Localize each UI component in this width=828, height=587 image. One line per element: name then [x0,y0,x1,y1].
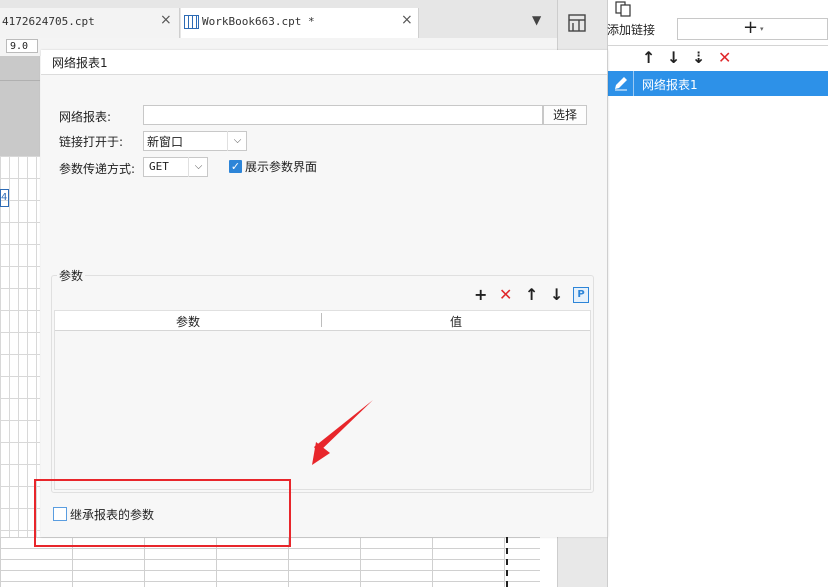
open-in-value: 新窗口 [147,135,184,149]
sort-icon[interactable]: ⇣ [692,48,705,68]
sheet-header-area [0,56,40,156]
delete-icon[interactable]: ✕ [718,48,731,68]
tab-label: WorkBook663.cpt * [202,15,315,28]
param-mode-value: GET [149,160,169,173]
report-label: 网络报表: [59,110,112,124]
move-down-icon[interactable]: ↓ [667,48,680,68]
param-p-icon[interactable]: P [573,287,589,303]
tab-menu-icon[interactable]: ▼ [532,13,541,27]
chevron-down-icon[interactable]: ▾ [760,25,764,33]
add-param-icon[interactable]: + [474,286,487,304]
close-icon[interactable]: × [160,12,172,28]
show-params-checkbox[interactable]: ✓ [229,160,242,173]
divider [0,80,40,81]
divider [633,71,634,96]
show-params-label[interactable]: 展示参数界面 [245,158,317,175]
annotation-arrow-icon [312,400,373,465]
add-link-label: 添加链接 [607,23,656,37]
move-up-icon[interactable]: ↑ [642,48,655,68]
workbook-icon [184,15,199,29]
param-mode-label: 参数传递方式: [59,162,136,176]
annotation-box [34,479,291,547]
chevron-down-icon[interactable]: ⌵ [188,157,208,177]
link-item-label[interactable]: 网络报表1 [642,76,698,93]
edit-icon [615,77,627,91]
layout-icon[interactable] [568,14,586,32]
report-path-input[interactable] [143,105,543,125]
select-button[interactable]: 选择 [543,105,587,125]
params-group-title: 参数 [57,267,86,284]
tab-workbook663[interactable]: WorkBook663.cpt * × [181,8,419,38]
close-icon[interactable]: × [401,12,413,28]
open-in-label: 链接打开于: [59,135,124,149]
tab-label: 4172624705.cpt [2,15,95,28]
tab-workbook-4172624705[interactable]: 4172624705.cpt × [0,8,180,38]
move-down-icon[interactable]: ↓ [550,286,563,304]
dialog-title-bar [41,50,607,75]
move-up-icon[interactable]: ↑ [525,286,538,304]
dialog-title: 网络报表1 [52,56,108,70]
selected-cell[interactable]: 4 [0,189,9,207]
link-list-item[interactable] [608,71,828,96]
column-header-value: 值 [449,315,462,329]
divider [608,45,828,46]
page-break-line [506,537,508,587]
column-header-name: 参数 [175,315,200,329]
font-size-input[interactable]: 9.0 [6,39,38,53]
delete-param-icon[interactable]: ✕ [499,286,512,304]
chevron-down-icon[interactable]: ⌵ [227,131,247,151]
add-icon[interactable]: + [743,18,758,38]
copy-icon[interactable] [614,0,632,18]
